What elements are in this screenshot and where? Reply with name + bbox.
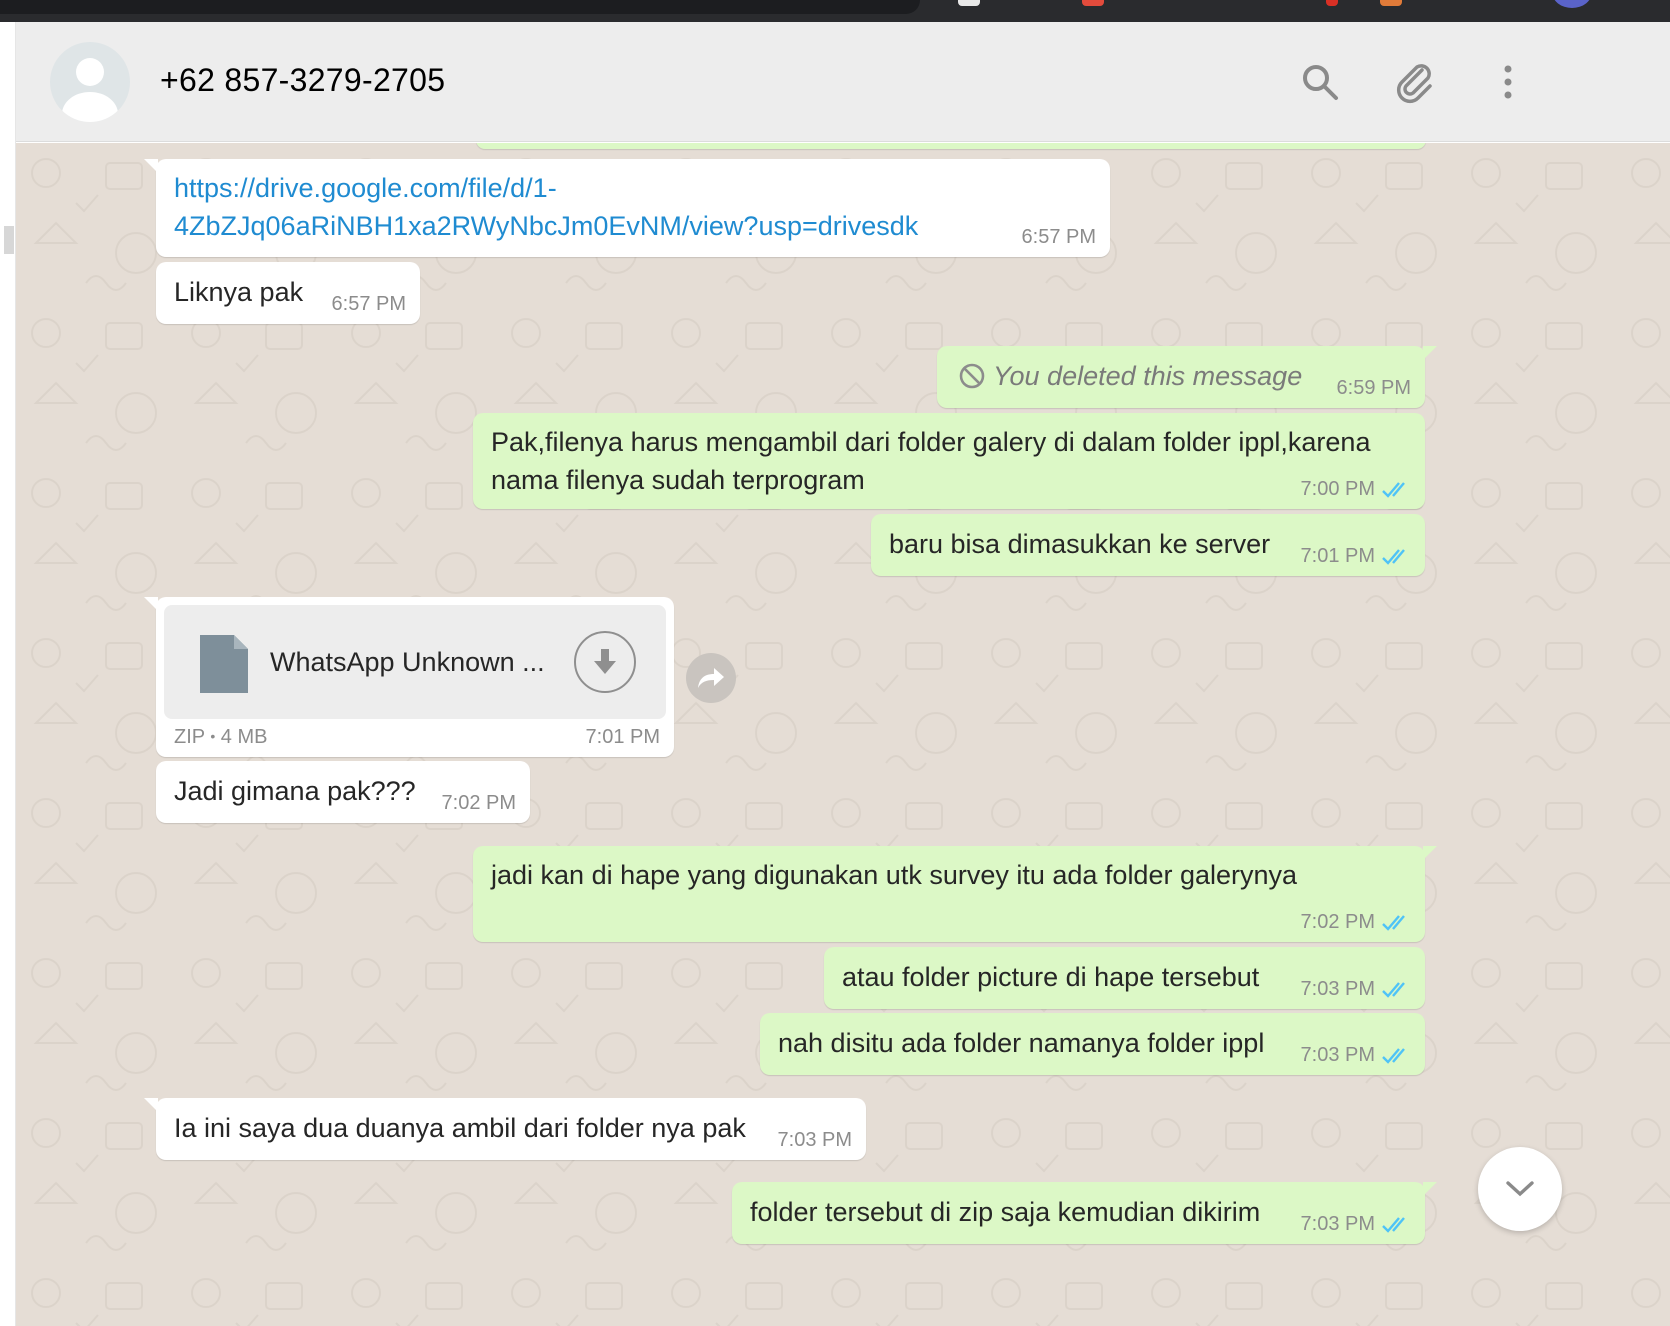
double-check-icon: [1382, 482, 1405, 498]
message-time: 7:00 PM: [1301, 478, 1411, 501]
address-bar-edge: [0, 0, 920, 14]
conversation-header: +62 857-3279-2705: [16, 22, 1670, 142]
message-time: 7:03 PM: [1301, 1213, 1411, 1236]
message-bubble-outgoing[interactable]: baru bisa dimasukkan ke server 7:01 PM: [871, 514, 1425, 576]
message-time: 6:57 PM: [331, 293, 406, 315]
message-time: 7:02 PM: [441, 792, 516, 814]
paperclip-icon[interactable]: [1390, 58, 1438, 106]
file-name: WhatsApp Unknown ...: [270, 647, 545, 677]
double-check-icon: [1382, 549, 1405, 565]
extension-icon[interactable]: [1082, 0, 1104, 6]
deleted-message-text: You deleted this message: [993, 361, 1303, 391]
message-bubble-incoming[interactable]: Ia ini saya dua duanya ambil dari folder…: [144, 1098, 866, 1160]
chat-panel[interactable]: https://drive.google.com/file/d/1- 4ZbZJ…: [16, 143, 1670, 1326]
message-text: folder tersebut di zip saja kemudian dik…: [750, 1197, 1261, 1227]
message-text: Jadi gimana pak???: [174, 776, 416, 806]
message-bubble-incoming[interactable]: Liknya pak 6:57 PM: [156, 262, 420, 324]
document-icon: [200, 635, 248, 700]
message-time: 7:03 PM: [1301, 978, 1411, 1001]
message-text: baru bisa dimasukkan ke server: [889, 529, 1271, 559]
message-time: 7:01 PM: [585, 726, 660, 748]
message-text: Pak,filenya harus mengambil dari folder …: [491, 427, 1371, 495]
message-bubble-partial: [476, 143, 1426, 149]
message-time: 7:03 PM: [777, 1129, 852, 1151]
file-attachment-card[interactable]: WhatsApp Unknown ...: [164, 605, 666, 719]
default-avatar-icon[interactable]: [50, 42, 130, 122]
kebab-menu-icon[interactable]: [1484, 58, 1532, 106]
extension-icon[interactable]: [1326, 0, 1338, 6]
message-bubble-outgoing[interactable]: folder tersebut di zip saja kemudian dik…: [732, 1182, 1437, 1244]
message-time: 6:57 PM: [1021, 226, 1096, 248]
chevron-down-icon[interactable]: [1478, 1147, 1562, 1231]
download-icon[interactable]: [574, 631, 636, 693]
message-time: 7:01 PM: [1301, 545, 1411, 568]
message-time: 6:59 PM: [1336, 377, 1411, 399]
sidebar-scroll-mark: [4, 226, 14, 254]
search-icon[interactable]: [1296, 58, 1344, 106]
browser-top-bar: [0, 0, 1670, 22]
double-check-icon: [1382, 1217, 1405, 1233]
message-text: Liknya pak: [174, 277, 304, 307]
file-message-bubble[interactable]: WhatsApp Unknown ... ZIP • 4 MB 7:01 PM: [144, 597, 674, 757]
prohibited-icon: [959, 363, 985, 396]
message-time: 7:03 PM: [1301, 1044, 1411, 1067]
forward-icon[interactable]: [686, 653, 736, 703]
profile-avatar[interactable]: [1552, 0, 1592, 8]
sidebar-edge: [0, 22, 16, 1326]
extension-icon[interactable]: [958, 0, 980, 6]
message-text: Ia ini saya dua duanya ambil dari folder…: [174, 1113, 746, 1143]
message-bubble-outgoing[interactable]: atau folder picture di hape tersebut 7:0…: [824, 947, 1425, 1009]
message-time: 7:02 PM: [1301, 911, 1411, 934]
message-text: nah disitu ada folder namanya folder ipp…: [778, 1028, 1265, 1058]
message-bubble-incoming[interactable]: https://drive.google.com/file/d/1- 4ZbZJ…: [144, 159, 1110, 257]
double-check-icon: [1382, 1048, 1405, 1064]
extension-icon[interactable]: [1380, 0, 1402, 6]
file-meta: ZIP • 4 MB: [174, 726, 268, 748]
message-bubble-incoming[interactable]: Jadi gimana pak??? 7:02 PM: [156, 761, 530, 823]
message-bubble-outgoing[interactable]: nah disitu ada folder namanya folder ipp…: [760, 1013, 1425, 1075]
message-bubble-outgoing[interactable]: jadi kan di hape yang digunakan utk surv…: [473, 846, 1437, 942]
message-link[interactable]: https://drive.google.com/file/d/1- 4ZbZJ…: [174, 169, 918, 245]
message-bubble-outgoing[interactable]: You deleted this message 6:59 PM: [937, 346, 1437, 408]
message-text: atau folder picture di hape tersebut: [842, 962, 1260, 992]
double-check-icon: [1382, 915, 1405, 931]
message-bubble-outgoing[interactable]: Pak,filenya harus mengambil dari folder …: [473, 413, 1425, 509]
message-text: jadi kan di hape yang digunakan utk surv…: [491, 860, 1298, 890]
double-check-icon: [1382, 982, 1405, 998]
contact-name[interactable]: +62 857-3279-2705: [160, 62, 445, 99]
